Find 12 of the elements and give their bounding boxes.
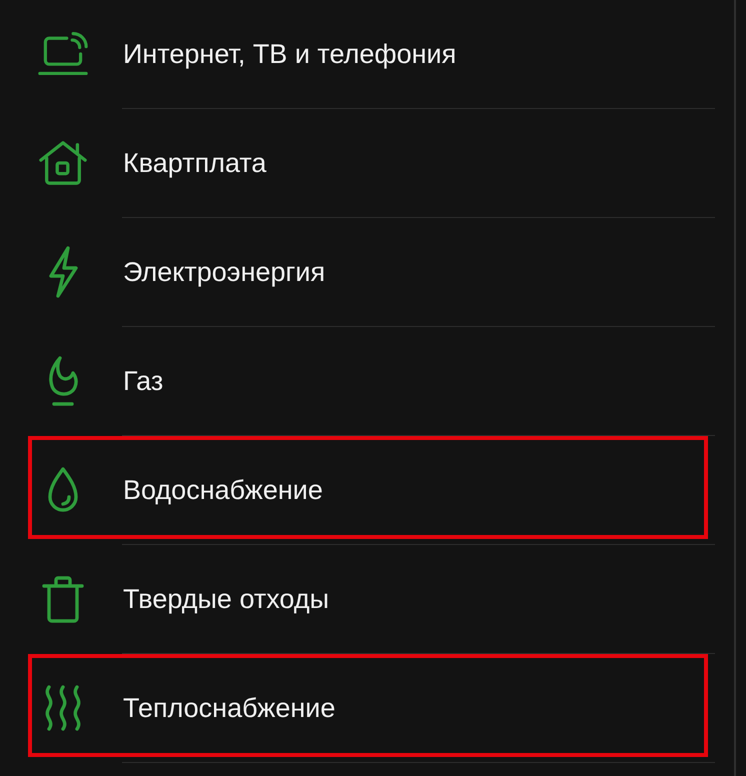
service-item[interactable]: Газ — [0, 327, 734, 435]
water-drop-icon — [46, 466, 80, 514]
service-item[interactable]: Твердые отходы — [0, 545, 734, 653]
flame-icon — [46, 355, 80, 407]
house-icon — [38, 138, 88, 188]
laptop-wifi-icon — [38, 30, 88, 78]
lightning-icon — [47, 246, 79, 298]
service-item[interactable]: Интернет, ТВ и телефония — [0, 0, 734, 108]
service-item[interactable]: Квартплата — [0, 109, 734, 217]
service-item[interactable]: Теплоснабжение — [0, 654, 734, 762]
service-item[interactable]: Водоснабжение — [0, 436, 734, 544]
service-item[interactable]: Электроэнергия — [0, 218, 734, 326]
